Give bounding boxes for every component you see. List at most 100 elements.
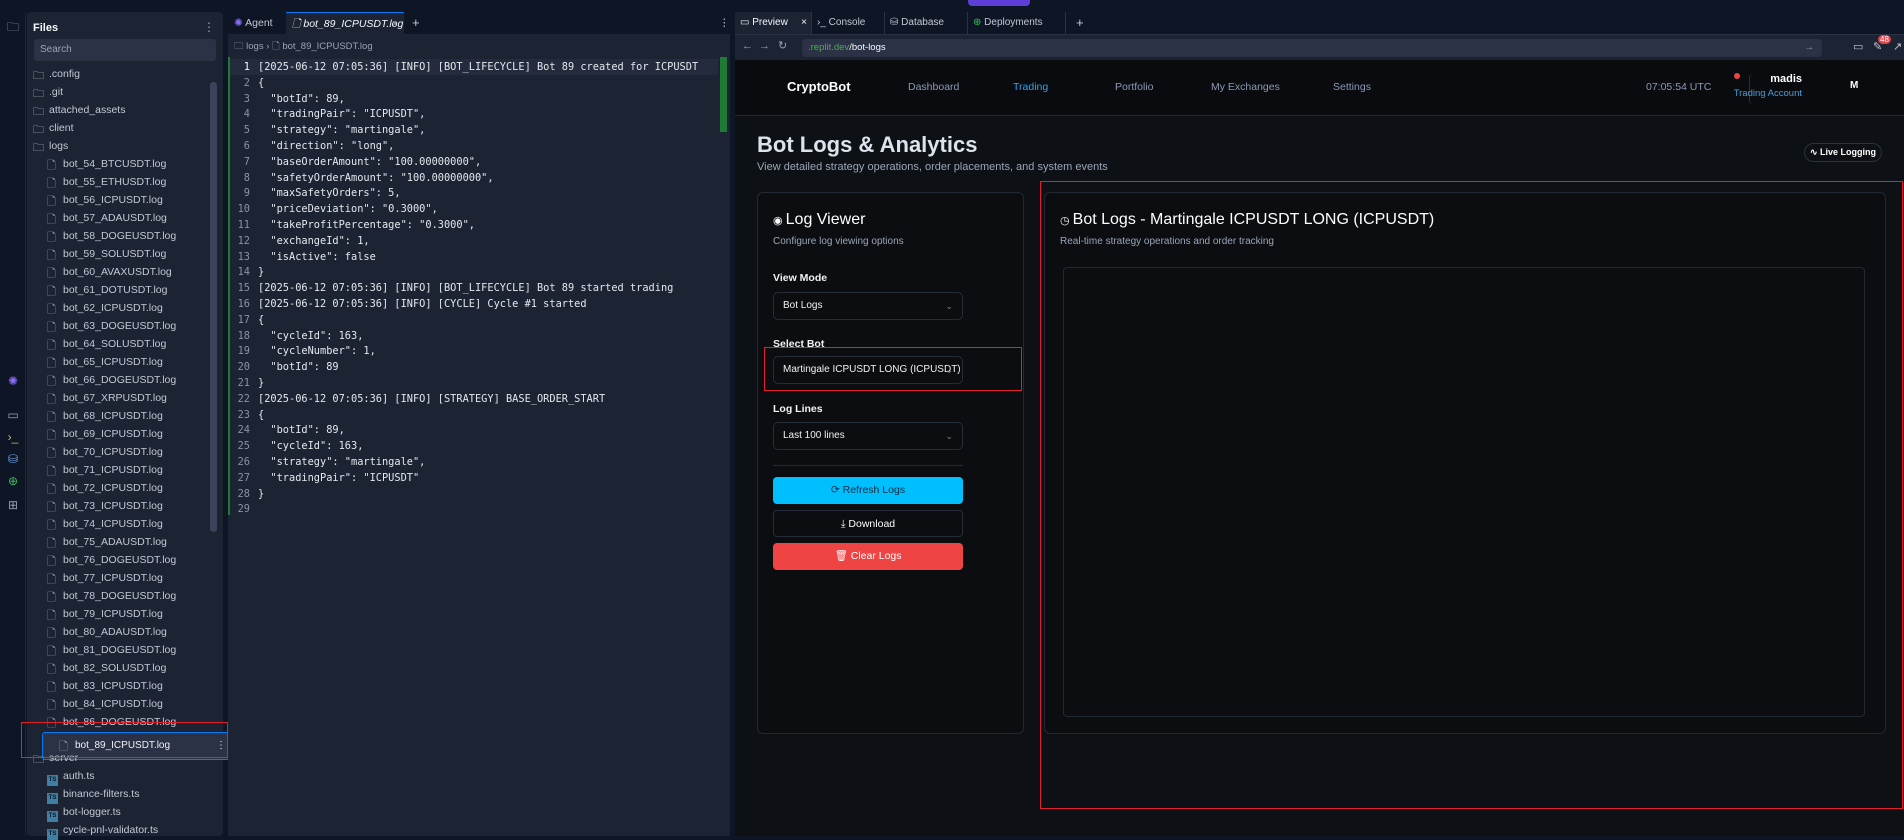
file-item[interactable]: 🗋 bot_79_ICPUSDT.log — [31, 606, 205, 623]
folder-item[interactable]: 🗀 .config — [31, 66, 205, 83]
folder-item[interactable]: 🗀 attached_assets — [31, 102, 205, 119]
file-item[interactable]: 🗋 bot_67_XRPUSDT.log — [31, 390, 205, 407]
brand-logo[interactable]: CryptoBot — [787, 79, 851, 94]
folder-item[interactable]: 🗀 client — [31, 120, 205, 137]
file-item[interactable]: 🗋 bot_61_DOTUSDT.log — [31, 282, 205, 299]
file-item[interactable]: 🗋 bot_54_BTCUSDT.log — [31, 156, 205, 173]
file-item[interactable]: 🗋 bot_65_ICPUSDT.log — [31, 354, 205, 371]
files-search-input[interactable]: Search — [34, 39, 216, 61]
file-item[interactable]: 🗋 bot_73_ICPUSDT.log — [31, 498, 205, 515]
code-line: 10 "priceDeviation": "0.3000", — [228, 201, 718, 217]
log-output-area[interactable] — [1063, 267, 1865, 717]
nav-dashboard[interactable]: Dashboard — [908, 81, 959, 93]
file-icon: 🗋 — [47, 376, 56, 388]
log-lines-select[interactable]: Last 100 lines ⌄ — [773, 422, 963, 450]
file-item[interactable]: 🗋 bot_75_ADAUSDT.log — [31, 534, 205, 551]
line-number: 15 — [237, 282, 250, 295]
forward-icon[interactable]: → — [759, 40, 770, 52]
file-item[interactable]: 🗋 bot_64_SOLUSDT.log — [31, 336, 205, 353]
file-item[interactable]: 🗋 bot_56_ICPUSDT.log — [31, 192, 205, 209]
chevron-down-icon: ⌄ — [945, 301, 953, 311]
file-item[interactable]: 🗋 bot_58_DOGEUSDT.log — [31, 228, 205, 245]
file-item[interactable]: 🗋 bot_78_DOGEUSDT.log — [31, 588, 205, 605]
file-item[interactable]: 🗋 bot_55_ETHUSDT.log — [31, 174, 205, 191]
tab-label: Deployments — [984, 17, 1043, 28]
breadcrumb-file[interactable]: bot_89_ICPUSDT.log — [282, 41, 372, 52]
file-item[interactable]: 🗋 bot_59_SOLUSDT.log — [31, 246, 205, 263]
file-item[interactable]: TS cycle-pnl-validator.ts — [31, 822, 205, 840]
download-button[interactable]: ⤓ Download — [773, 510, 963, 537]
editor-menu-icon[interactable]: ⋮ — [713, 12, 730, 34]
notification-dot[interactable] — [1734, 73, 1740, 79]
folder-item[interactable]: 🗀 .git — [31, 84, 205, 101]
typescript-file-icon: TS — [47, 775, 58, 786]
file-item[interactable]: 🗋 bot_71_ICPUSDT.log — [31, 462, 205, 479]
file-item[interactable]: 🗋 bot_81_DOGEUSDT.log — [31, 642, 205, 659]
file-item[interactable]: 🗋 bot_60_AVAXUSDT.log — [31, 264, 205, 281]
file-item[interactable]: TS auth.ts — [31, 768, 205, 786]
file-menu-icon[interactable]: ⋮ — [216, 733, 226, 759]
files-scrollbar[interactable] — [210, 82, 217, 532]
file-item[interactable]: 🗋 bot_74_ICPUSDT.log — [31, 516, 205, 533]
file-item[interactable]: 🗋 bot_77_ICPUSDT.log — [31, 570, 205, 587]
nav-settings[interactable]: Settings — [1333, 81, 1371, 93]
url-input[interactable]: .replit.dev/bot-logs → — [802, 39, 1822, 57]
database-icon[interactable]: ⛁ — [4, 450, 22, 468]
close-icon[interactable]: × — [801, 12, 807, 34]
devices-icon[interactable]: ▭ — [1853, 40, 1863, 53]
new-tab-button[interactable]: + — [406, 12, 420, 34]
file-item[interactable]: 🗋 bot_66_DOGEUSDT.log — [31, 372, 205, 389]
file-item[interactable]: 🗋 bot_57_ADAUSDT.log — [31, 210, 205, 227]
file-item[interactable]: TS bot-logger.ts — [31, 804, 205, 822]
file-name: logs — [49, 140, 69, 152]
file-item[interactable]: 🗋 bot_84_ICPUSDT.log — [31, 696, 205, 713]
reload-icon[interactable]: ↻ — [778, 39, 787, 52]
file-item[interactable]: 🗋 bot_68_ICPUSDT.log — [31, 408, 205, 425]
collapse-files-icon[interactable]: 🗀 — [4, 18, 22, 36]
preview-monitor-icon[interactable]: ▭ — [4, 406, 22, 424]
file-item[interactable]: 🗋 bot_86_DOGEUSDT.log — [31, 714, 205, 731]
agent-icon[interactable]: ✺ — [4, 372, 22, 390]
file-item[interactable]: 🗋 bot_82_SOLUSDT.log — [31, 660, 205, 677]
deployments-icon[interactable]: ⊕ — [4, 472, 22, 490]
select-bot-select[interactable]: Martingale ICPUSDT LONG (ICPUSDT) ⌄ — [773, 356, 963, 384]
typescript-file-icon: TS — [47, 811, 58, 822]
tab-deployments[interactable]: ⊕ Deployments — [968, 12, 1066, 34]
live-logging-button[interactable]: ∿ Live Logging — [1804, 143, 1882, 162]
editor-scrollbar[interactable] — [720, 57, 727, 132]
tab-database[interactable]: ⛁ Database — [885, 12, 968, 34]
back-icon[interactable]: ← — [742, 40, 753, 52]
breadcrumb-folder[interactable]: logs — [246, 41, 263, 52]
go-icon[interactable]: → — [1805, 39, 1815, 57]
file-item[interactable]: 🗋 bot_69_ICPUSDT.log — [31, 426, 205, 443]
nav-portfolio[interactable]: Portfolio — [1115, 81, 1154, 93]
top-strip — [0, 0, 1904, 12]
clear-logs-button[interactable]: 🗑 Clear Logs — [773, 543, 963, 570]
folder-item[interactable]: 🗀 server — [31, 750, 205, 767]
file-item[interactable]: 🗋 bot_70_ICPUSDT.log — [31, 444, 205, 461]
tab-console[interactable]: ›_ Console — [812, 12, 885, 34]
refresh-logs-button[interactable]: ⟳ Refresh Logs — [773, 477, 963, 504]
file-item[interactable]: TS binance-filters.ts — [31, 786, 205, 804]
file-item[interactable]: 🗋 bot_80_ADAUSDT.log — [31, 624, 205, 641]
files-menu-icon[interactable]: ⋮ — [203, 20, 215, 34]
view-mode-select[interactable]: Bot Logs ⌄ — [773, 292, 963, 320]
new-tab-button[interactable]: + — [1071, 12, 1091, 34]
file-item[interactable]: 🗋 bot_72_ICPUSDT.log — [31, 480, 205, 497]
open-external-icon[interactable]: ↗ — [1893, 40, 1902, 53]
file-item[interactable]: 🗋 bot_83_ICPUSDT.log — [31, 678, 205, 695]
file-item[interactable]: 🗋 bot_63_DOGEUSDT.log — [31, 318, 205, 335]
nav-my-exchanges[interactable]: My Exchanges — [1211, 81, 1280, 93]
avatar[interactable]: M — [1850, 80, 1858, 91]
close-icon[interactable]: × — [392, 13, 398, 35]
tab-agent[interactable]: ✺ Agent — [228, 12, 286, 34]
tab-log-file[interactable]: 🗋 bot_89_ICPUSDT.log × — [286, 12, 404, 34]
clock-icon: ◷ — [1060, 215, 1073, 227]
folder-item[interactable]: 🗀 logs — [31, 138, 205, 155]
apps-grid-icon[interactable]: ⊞ — [4, 496, 22, 514]
tab-preview[interactable]: ▭ Preview × — [735, 12, 812, 34]
file-item[interactable]: 🗋 bot_76_DOGEUSDT.log — [31, 552, 205, 569]
file-item[interactable]: 🗋 bot_62_ICPUSDT.log — [31, 300, 205, 317]
console-icon[interactable]: ›_ — [4, 428, 22, 446]
nav-trading[interactable]: Trading — [1013, 81, 1048, 93]
